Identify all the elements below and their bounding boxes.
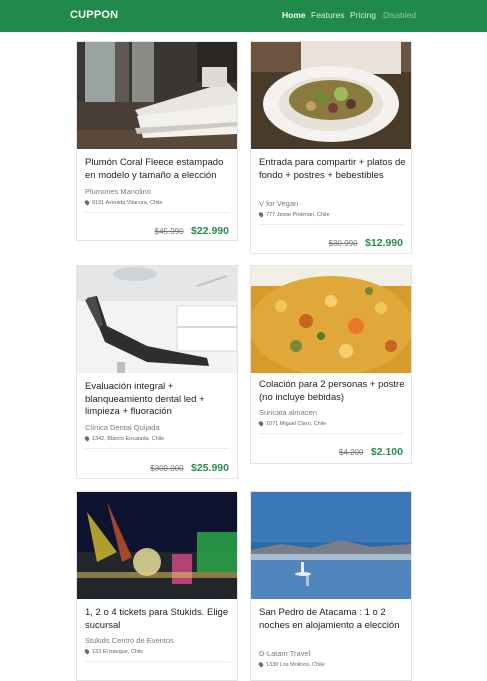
- map-pin-icon: [83, 648, 91, 655]
- deal-title[interactable]: 1, 2 o 4 tickets para Stukids. Elige suc…: [85, 607, 235, 632]
- new-price: $12.990: [365, 237, 403, 249]
- map-pin-icon: [83, 199, 91, 206]
- divider: [259, 433, 404, 434]
- deal-title[interactable]: Evaluación integral + blanqueamiento den…: [85, 381, 235, 419]
- deal-image[interactable]: [251, 492, 411, 599]
- deal-card[interactable]: Entrada para compartir + platos de fondo…: [250, 41, 412, 254]
- deal-card[interactable]: Plumón Coral Fleece estampado en modelo …: [76, 41, 238, 241]
- divider: [85, 448, 230, 449]
- map-pin-icon: [257, 211, 265, 218]
- deal-image[interactable]: [77, 42, 237, 149]
- old-price: $300.000: [150, 464, 184, 473]
- deal-image[interactable]: [251, 42, 411, 149]
- divider: [85, 212, 230, 213]
- deal-card[interactable]: Evaluación integral + blanqueamiento den…: [76, 265, 238, 479]
- deal-address: 1342, Blanco Encalada, Chile: [83, 435, 164, 442]
- merchant-name: Stukids Centro de Eventos: [85, 636, 174, 645]
- old-price: $45.990: [154, 227, 184, 236]
- merchant-name: D-Latam Travel: [259, 649, 311, 658]
- price-row: $45.990 $22.990: [155, 221, 229, 239]
- merchant-name: Suricata almacen: [259, 408, 317, 417]
- deal-image[interactable]: [77, 266, 237, 373]
- deal-title[interactable]: Colación para 2 personas + postre (no in…: [259, 379, 409, 404]
- price-row: $300.000 $25.990: [150, 458, 229, 476]
- nav-link-pricing[interactable]: Pricing: [350, 10, 376, 20]
- deal-address: 1330 Los Molinos, Chile: [257, 661, 325, 668]
- merchant-name: Plumones Manolino: [85, 187, 151, 196]
- new-price: $25.990: [191, 462, 229, 474]
- nav-link-features[interactable]: Features: [311, 10, 345, 20]
- price-row: $30.990 $12.990: [329, 233, 403, 251]
- deal-card[interactable]: 1, 2 o 4 tickets para Stukids. Elige suc…: [76, 491, 238, 681]
- navbar: CUPPON Home Features Pricing Disabled: [0, 0, 487, 32]
- deal-address: 777 Jesse Pinkman, Chile: [257, 211, 330, 218]
- map-pin-icon: [83, 435, 91, 442]
- merchant-name: V for Vegan: [259, 199, 299, 208]
- deal-card[interactable]: San Pedro de Atacama : 1 o 2 noches en a…: [250, 491, 412, 681]
- deal-address: 9191 Avenida Vitacura, Chile: [83, 199, 162, 206]
- merchant-name: Clínica Dental Quijada: [85, 423, 160, 432]
- deal-address: 1071 Miguel Claro, Chile: [257, 420, 326, 427]
- nav-link-home[interactable]: Home: [282, 10, 306, 20]
- divider: [259, 224, 404, 225]
- deal-address: 133 El tranque, Chile: [83, 648, 143, 655]
- deal-image[interactable]: [251, 266, 411, 373]
- deal-title[interactable]: Entrada para compartir + platos de fondo…: [259, 157, 409, 182]
- price-row: $4.200 $2.100: [339, 442, 403, 460]
- deal-title[interactable]: Plumón Coral Fleece estampado en modelo …: [85, 157, 235, 182]
- old-price: $30.990: [328, 239, 358, 248]
- new-price: $22.990: [191, 225, 229, 237]
- deal-image[interactable]: [77, 492, 237, 599]
- nav-link-disabled: Disabled: [383, 10, 417, 20]
- brand-logo[interactable]: CUPPON: [70, 9, 118, 21]
- deal-title[interactable]: San Pedro de Atacama : 1 o 2 noches en a…: [259, 607, 409, 632]
- divider: [85, 661, 230, 662]
- new-price: $2.100: [370, 446, 403, 458]
- map-pin-icon: [257, 420, 265, 427]
- deal-card[interactable]: Colación para 2 personas + postre (no in…: [250, 265, 412, 464]
- map-pin-icon: [257, 661, 265, 668]
- old-price: $4.200: [338, 448, 364, 457]
